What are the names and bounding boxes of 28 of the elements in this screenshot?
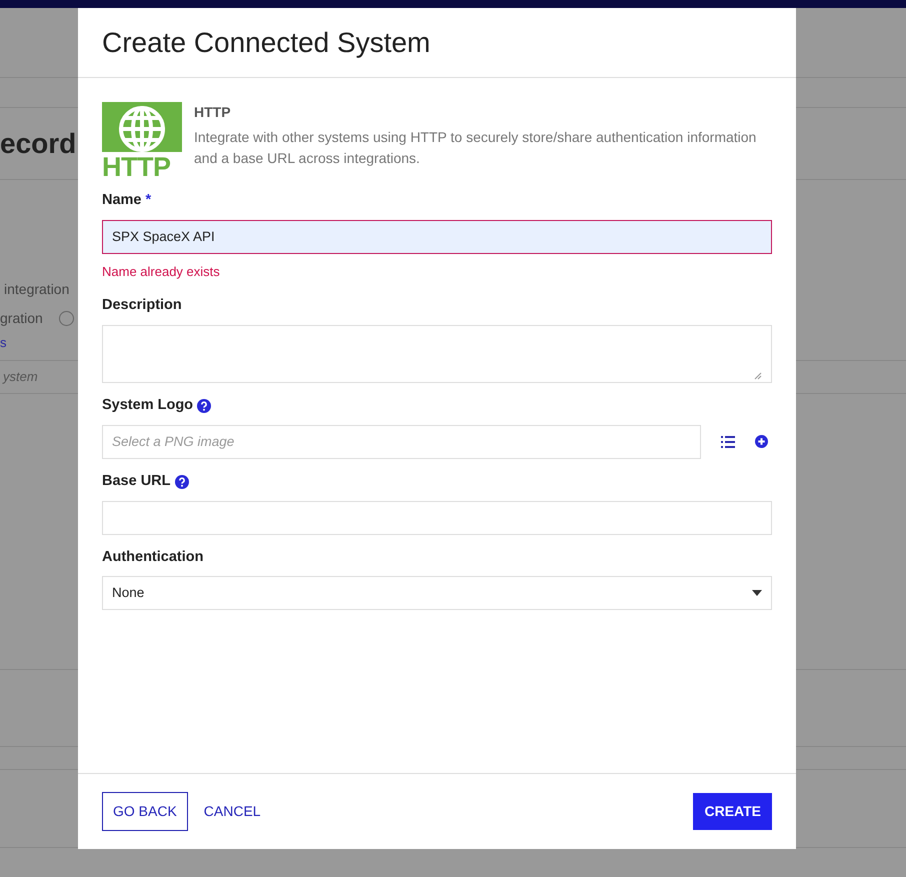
caret-icon <box>752 590 762 596</box>
globe-icon <box>102 102 182 152</box>
field-label: Authentication <box>102 548 204 566</box>
go-back-button[interactable]: GO BACK <box>102 792 188 831</box>
radio-button[interactable] <box>58 311 74 326</box>
field-label: Name <box>102 191 142 210</box>
text-label: integration <box>4 280 70 299</box>
page-heading: ecord <box>0 126 76 160</box>
text-label: gration <box>0 309 43 328</box>
error-message: Name already exists <box>102 262 221 281</box>
cancel-button[interactable]: CANCEL <box>196 793 269 830</box>
link[interactable]: s <box>0 333 6 353</box>
required-mark: * <box>146 191 152 210</box>
select-field[interactable]: None <box>102 576 772 610</box>
input-field[interactable]: SPX SpaceX API <box>102 220 772 254</box>
connector-description: Integrate with other systems using HTTP to securely store/share authentication information and a base URL across integrations. <box>194 128 758 168</box>
placeholder-text: ystem <box>1 368 39 386</box>
help-icon[interactable] <box>197 398 212 413</box>
logo-text: HTTP <box>102 152 172 182</box>
input-field[interactable] <box>102 500 772 534</box>
field-label: Base URL <box>102 472 170 491</box>
create-button[interactable]: CREATE <box>693 793 772 830</box>
dialog-title: Create Connected System <box>102 26 430 60</box>
field-label: System Logo <box>102 396 194 415</box>
help-icon[interactable] <box>174 474 188 489</box>
field-label: Description <box>102 296 182 316</box>
resize-handle-icon[interactable] <box>754 372 762 380</box>
connector-name: HTTP <box>194 103 232 122</box>
